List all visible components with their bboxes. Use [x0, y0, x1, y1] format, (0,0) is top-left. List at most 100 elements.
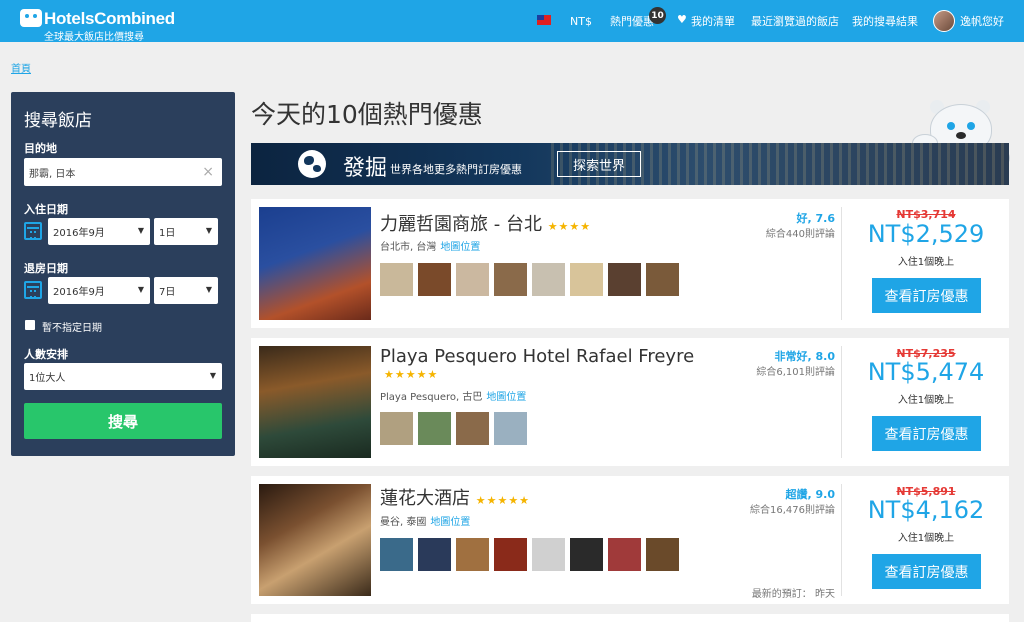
divider — [841, 484, 842, 596]
hotel-card: Playa Pesquero Hotel Rafael Freyre ★★★★★… — [251, 338, 1009, 466]
thumbnail[interactable] — [608, 538, 641, 571]
search-panel-title: 搜尋飯店 — [24, 111, 92, 131]
checkout-month-value: 2016年9月 — [53, 287, 105, 298]
last-booked-note: 最新的預訂： 昨天 — [751, 589, 835, 600]
guests-select[interactable]: 1位大人 ▼ — [24, 363, 222, 390]
review-count[interactable]: 綜合16,476則評論 — [750, 501, 835, 516]
deal-price: NT$2,529 — [867, 220, 985, 248]
checkin-month-select[interactable]: 2016年9月 ▼ — [48, 218, 150, 245]
avatar[interactable] — [933, 10, 955, 32]
view-deal-button[interactable]: 查看訂房優惠 — [872, 416, 981, 451]
thumbnail[interactable] — [608, 263, 641, 296]
checkin-day-select[interactable]: 1日 ▼ — [154, 218, 218, 245]
destination-input[interactable]: 那霸, 日本 × — [24, 158, 222, 186]
explore-world-banner[interactable]: 發掘 世界各地更多熱門訂房優惠 探索世界 — [251, 143, 1009, 185]
photo-thumbnails — [380, 412, 527, 445]
thumbnail[interactable] — [456, 412, 489, 445]
deal-price: NT$4,162 — [867, 496, 985, 524]
star-rating: ★★★★ — [547, 220, 592, 233]
guests-value: 1位大人 — [29, 373, 66, 384]
thumbnail[interactable] — [646, 263, 679, 296]
hotel-photo[interactable] — [259, 346, 371, 458]
hotel-name[interactable]: 力麗哲園商旅 - 台北 ★★★★ — [380, 210, 591, 236]
thumbnail[interactable] — [380, 538, 413, 571]
banner-title: 發掘 — [343, 156, 388, 181]
hotel-name[interactable]: Playa Pesquero Hotel Rafael Freyre — [380, 346, 694, 367]
hotel-photo[interactable] — [259, 207, 371, 320]
map-link[interactable]: 地圖位置 — [440, 242, 480, 253]
hotel-location: 台北市, 台灣 地圖位置 — [380, 242, 481, 253]
globe-icon — [298, 150, 326, 178]
thumbnail[interactable] — [532, 263, 565, 296]
review-count[interactable]: 綜合440則評論 — [766, 225, 835, 240]
view-deal-button[interactable]: 查看訂房優惠 — [872, 278, 981, 313]
thumbnail[interactable] — [418, 263, 451, 296]
guest-rating: 超讚, 9.0 — [785, 488, 836, 501]
thumbnail[interactable] — [570, 538, 603, 571]
review-count[interactable]: 綜合6,101則評論 — [756, 363, 835, 378]
hotel-card: 力麗哲園商旅 - 台北 ★★★★ 台北市, 台灣 地圖位置 好, 7.6 綜合44… — [251, 199, 1009, 328]
thumbnail[interactable] — [418, 538, 451, 571]
thumbnail[interactable] — [418, 412, 451, 445]
calendar-icon[interactable] — [24, 281, 42, 299]
hotel-photo[interactable] — [259, 484, 371, 596]
logo-bear-icon — [20, 9, 42, 27]
calendar-icon[interactable] — [24, 222, 42, 240]
recently-viewed-link[interactable]: 最近瀏覽過的飯店 — [751, 0, 839, 42]
view-deal-button[interactable]: 查看訂房優惠 — [872, 554, 981, 589]
logo-tagline: 全球最大飯店比價搜尋 — [44, 32, 144, 43]
photo-thumbnails — [380, 263, 679, 296]
wishlist-link[interactable]: 我的清單 — [691, 0, 735, 42]
star-rating: ★★★★★ — [384, 368, 439, 381]
clear-icon[interactable]: × — [202, 164, 214, 180]
banner-subtitle: 世界各地更多熱門訂房優惠 — [390, 163, 522, 176]
hot-deals-count-badge: 10 — [649, 7, 666, 24]
chevron-down-icon: ▼ — [205, 285, 212, 294]
thumbnail[interactable] — [494, 263, 527, 296]
breadcrumb-home-link[interactable]: 首頁 — [11, 60, 31, 75]
thumbnail[interactable] — [494, 538, 527, 571]
checkout-day-select[interactable]: 7日 ▼ — [154, 277, 218, 304]
explore-world-button[interactable]: 探索世界 — [557, 151, 641, 177]
no-dates-checkbox[interactable] — [25, 320, 35, 330]
guest-rating: 非常好, 8.0 — [774, 350, 836, 363]
nights-note: 入住1個晚上 — [897, 395, 955, 406]
thumbnail[interactable] — [646, 538, 679, 571]
chevron-down-icon: ▼ — [205, 226, 212, 235]
nights-note: 入住1個晚上 — [897, 257, 955, 268]
thumbnail[interactable] — [456, 538, 489, 571]
map-link[interactable]: 地圖位置 — [430, 517, 470, 528]
search-button[interactable]: 搜尋 — [24, 403, 222, 439]
thumbnail[interactable] — [380, 412, 413, 445]
taiwan-flag-icon[interactable] — [537, 15, 551, 25]
hotel-card: 蓮花大酒店 ★★★★★ 曼谷, 泰國 地圖位置 超讚, 9.0 綜合16,476則… — [251, 476, 1009, 604]
checkout-month-select[interactable]: 2016年9月 ▼ — [48, 277, 150, 304]
chevron-down-icon: ▼ — [137, 226, 144, 235]
currency-selector[interactable]: NT$ — [570, 0, 592, 42]
logo-text: HotelsCombined — [44, 9, 175, 28]
user-greeting[interactable]: 逸帆您好 — [960, 0, 1004, 42]
thumbnail[interactable] — [570, 263, 603, 296]
photo-thumbnails — [380, 538, 679, 571]
thumbnail[interactable] — [532, 538, 565, 571]
nights-note: 入住1個晚上 — [897, 533, 955, 544]
hotel-name[interactable]: 蓮花大酒店 ★★★★★ — [380, 484, 530, 510]
no-dates-label[interactable]: 暫不指定日期 — [42, 319, 102, 334]
thumbnail[interactable] — [494, 412, 527, 445]
guest-rating: 好, 7.6 — [796, 212, 836, 225]
star-rating: ★★★★★ — [475, 494, 531, 507]
deal-price: NT$5,474 — [867, 358, 985, 386]
hotel-location: Playa Pesquero, 古巴 地圖位置 — [380, 392, 527, 403]
checkin-month-value: 2016年9月 — [53, 228, 105, 239]
divider — [841, 346, 842, 458]
thumbnail[interactable] — [456, 263, 489, 296]
hotel-search-panel: 搜尋飯店 目的地 那霸, 日本 × 入住日期 2016年9月 ▼ 1日 ▼ 退房… — [11, 92, 235, 456]
hot-deals-link[interactable]: 熱門優惠 — [610, 0, 654, 42]
checkin-day-value: 1日 — [159, 228, 176, 239]
checkout-day-value: 7日 — [159, 287, 176, 298]
my-searches-link[interactable]: 我的搜尋結果 — [852, 0, 918, 42]
hotel-card — [251, 614, 1009, 622]
guests-label: 人數安排 — [24, 348, 68, 361]
thumbnail[interactable] — [380, 263, 413, 296]
map-link[interactable]: 地圖位置 — [486, 392, 526, 403]
